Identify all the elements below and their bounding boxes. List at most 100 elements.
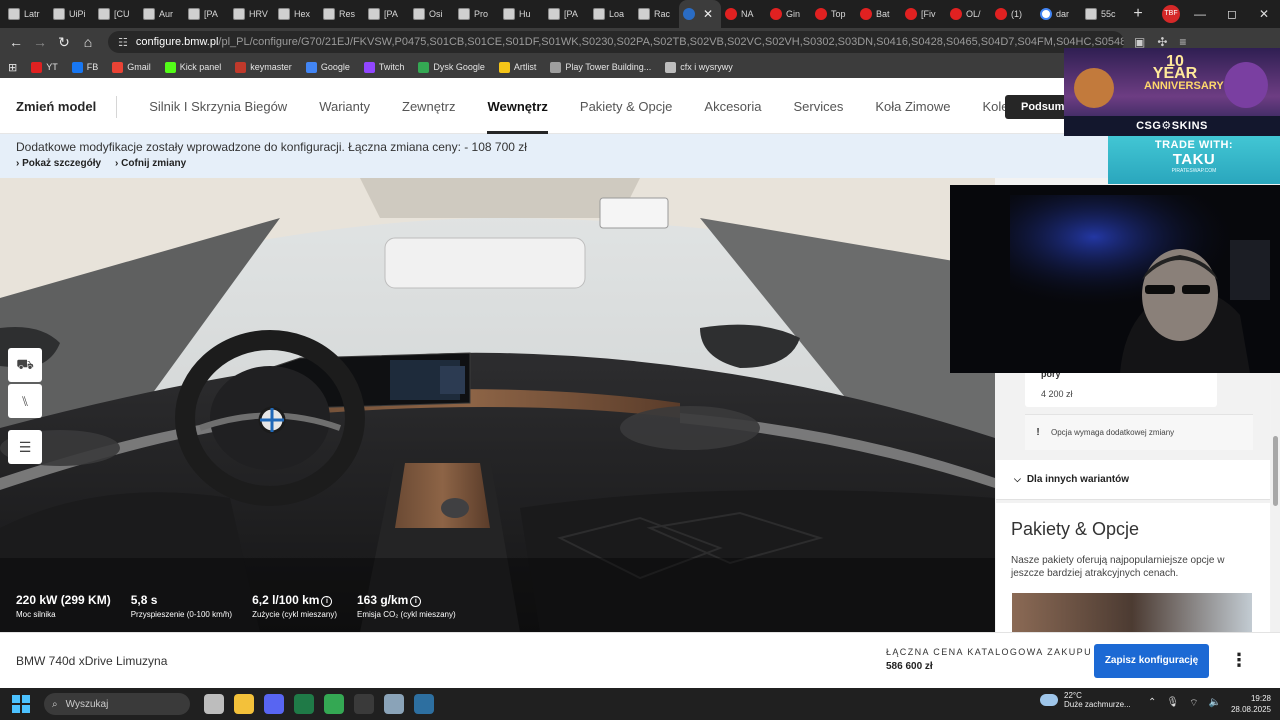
- nav-tab[interactable]: Warianty: [319, 80, 370, 134]
- weather-widget[interactable]: 22°C Duże zachmurze...: [1040, 691, 1131, 709]
- browser-tab[interactable]: Latr: [4, 0, 49, 28]
- headlight-icon: ☰: [18, 438, 32, 455]
- more-options-icon[interactable]: ⋮: [1230, 647, 1248, 675]
- bookmark-item[interactable]: Dysk Google: [418, 61, 485, 73]
- taskbar-search[interactable]: ⌕ Wyszukaj: [44, 693, 190, 715]
- bookmark-item[interactable]: Twitch: [363, 61, 404, 73]
- browser-tab[interactable]: Rac: [634, 0, 679, 28]
- browser-tab[interactable]: UiPi: [49, 0, 94, 28]
- browser-tab[interactable]: [PA: [544, 0, 589, 28]
- browser-tab[interactable]: OL/: [946, 0, 991, 28]
- exterior-view-button[interactable]: ⛟: [8, 348, 42, 382]
- browser-tab[interactable]: Loa: [589, 0, 634, 28]
- browser-tab[interactable]: Bat: [856, 0, 901, 28]
- page-icon: [143, 8, 155, 20]
- close-window-button[interactable]: ✕: [1248, 7, 1280, 21]
- discord-icon[interactable]: [264, 694, 284, 714]
- new-tab-button[interactable]: +: [1126, 5, 1150, 23]
- apps-grid-icon[interactable]: ⊞: [8, 61, 17, 74]
- close-tab-icon[interactable]: ✕: [699, 7, 717, 21]
- browser-tab[interactable]: [PA: [184, 0, 229, 28]
- task-view-icon[interactable]: [204, 694, 224, 714]
- tab-label: Res: [339, 9, 356, 19]
- youtube-icon: [950, 8, 962, 20]
- save-configuration-button[interactable]: Zapisz konfigurację: [1094, 644, 1209, 678]
- info-icon[interactable]: i: [321, 596, 333, 607]
- browser-tab[interactable]: Top: [811, 0, 856, 28]
- bookmark-item[interactable]: Gmail: [112, 61, 151, 73]
- bookmark-item[interactable]: cfx i wysrywy: [665, 61, 733, 73]
- bookmark-item[interactable]: YT: [31, 61, 58, 73]
- url-input[interactable]: ☷ configure.bmw.pl/pl_PL/configure/G70/2…: [108, 31, 1124, 53]
- package-image[interactable]: [1012, 593, 1252, 633]
- browser-tab[interactable]: Gin: [766, 0, 811, 28]
- interior-view[interactable]: 0 ⛟ ⑊ ☰ 220 kW (299 KM)Moc s: [0, 178, 995, 632]
- browser-tab[interactable]: NA: [721, 0, 766, 28]
- browser-tab[interactable]: [CU: [94, 0, 139, 28]
- nav-tab[interactable]: Koła Zimowe: [875, 80, 950, 134]
- seat-view-button[interactable]: ⑊: [8, 384, 42, 418]
- scrollbar-thumb[interactable]: [1273, 436, 1278, 506]
- microphone-icon[interactable]: 🎙: [1166, 697, 1179, 710]
- puzzle-icon[interactable]: ✣: [1157, 35, 1167, 49]
- home-icon[interactable]: ⌂: [76, 34, 100, 50]
- reload-icon[interactable]: ↻: [52, 34, 76, 51]
- browser-tab[interactable]: dar: [1036, 0, 1081, 28]
- bookmark-item[interactable]: keymaster: [235, 61, 292, 73]
- browser-tab[interactable]: Res: [319, 0, 364, 28]
- playlist-icon[interactable]: ≡: [1179, 35, 1186, 49]
- obs-icon[interactable]: [354, 694, 374, 714]
- trade-line1: TRADE WITH:: [1154, 139, 1234, 151]
- settings-icon[interactable]: [384, 694, 404, 714]
- bookmark-item[interactable]: Artlist: [498, 61, 536, 73]
- minimize-button[interactable]: —: [1184, 7, 1216, 21]
- nav-tab[interactable]: Pakiety & Opcje: [580, 80, 673, 134]
- info-icon[interactable]: i: [410, 596, 422, 607]
- bookmark-label: FB: [86, 62, 99, 72]
- browser-tab[interactable]: Hu: [499, 0, 544, 28]
- browser-tab[interactable]: 55c: [1081, 0, 1126, 28]
- chrome-icon[interactable]: [324, 694, 344, 714]
- browser-tab[interactable]: Pro: [454, 0, 499, 28]
- chevron-up-icon[interactable]: ⌃: [1148, 697, 1156, 710]
- change-model-link[interactable]: Zmień model: [16, 95, 118, 118]
- nav-tab[interactable]: Zewnętrz: [402, 80, 455, 134]
- bookmark-item[interactable]: Play Tower Building...: [550, 61, 651, 73]
- file-explorer-icon[interactable]: [234, 694, 254, 714]
- nav-tab[interactable]: Wewnętrz: [487, 80, 548, 134]
- excel-icon[interactable]: [294, 694, 314, 714]
- back-icon[interactable]: ←: [4, 34, 28, 50]
- maximize-button[interactable]: ◻: [1216, 7, 1248, 21]
- browser-tab[interactable]: [PA: [364, 0, 409, 28]
- browser-tab[interactable]: [Fiv: [901, 0, 946, 28]
- bookmark-item[interactable]: Kick panel: [164, 61, 221, 73]
- speaker-icon[interactable]: 🔈: [1209, 697, 1221, 710]
- tab-label: NA: [741, 9, 754, 19]
- tab-label: Osi: [429, 9, 443, 19]
- forward-icon[interactable]: →: [28, 34, 52, 50]
- clock[interactable]: 19:28 28.08.2025: [1229, 693, 1271, 715]
- windows-start-icon[interactable]: [12, 695, 30, 713]
- nav-tab[interactable]: Services: [793, 80, 843, 134]
- other-variants-toggle[interactable]: ⌵ Dla innych wariantów: [996, 460, 1270, 500]
- browser-tab[interactable]: Hex: [274, 0, 319, 28]
- lights-button[interactable]: ☰: [8, 430, 42, 464]
- profile-badge[interactable]: TBF: [1162, 5, 1180, 23]
- url-host: configure.bmw.pl: [135, 36, 219, 48]
- wifi-icon[interactable]: ⌔: [1189, 697, 1198, 710]
- browser-tab[interactable]: Osi: [409, 0, 454, 28]
- nav-tab[interactable]: Akcesoria: [704, 80, 761, 134]
- bookmark-item[interactable]: Google: [305, 61, 350, 73]
- bookmark-item[interactable]: FB: [71, 61, 99, 73]
- extension-icon[interactable]: ▣: [1134, 35, 1145, 49]
- site-info-icon[interactable]: ☷: [118, 36, 128, 49]
- browser-tab[interactable]: Aur: [139, 0, 184, 28]
- browser-tab[interactable]: (1): [991, 0, 1036, 28]
- active-tab[interactable]: ✕: [679, 0, 721, 28]
- steam-like-icon[interactable]: [414, 694, 434, 714]
- nav-tab[interactable]: Silnik I Skrzynia Biegów: [149, 80, 287, 134]
- show-details-link[interactable]: › Pokaż szczegóły: [16, 158, 101, 169]
- browser-tab[interactable]: HRV: [229, 0, 274, 28]
- undo-changes-link[interactable]: › Cofnij zmiany: [115, 158, 186, 169]
- anniversary-years: 10 YEAR: [1152, 53, 1198, 82]
